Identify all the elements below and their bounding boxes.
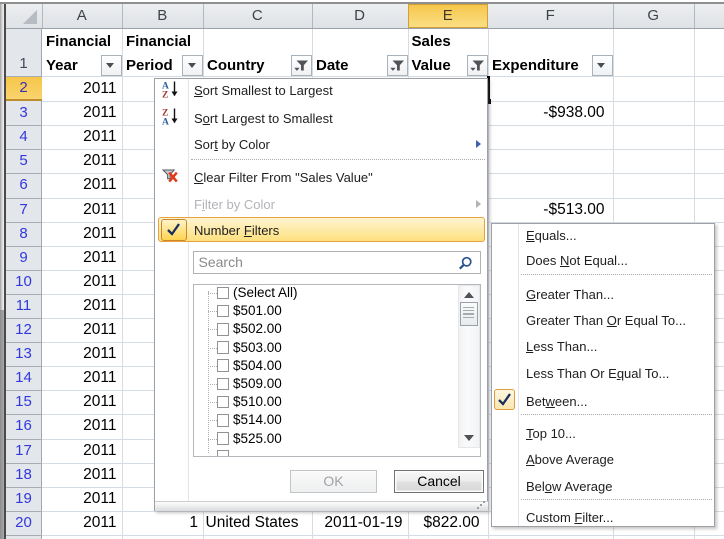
svg-text:Z: Z	[162, 91, 168, 99]
svg-text:A: A	[162, 117, 169, 125]
